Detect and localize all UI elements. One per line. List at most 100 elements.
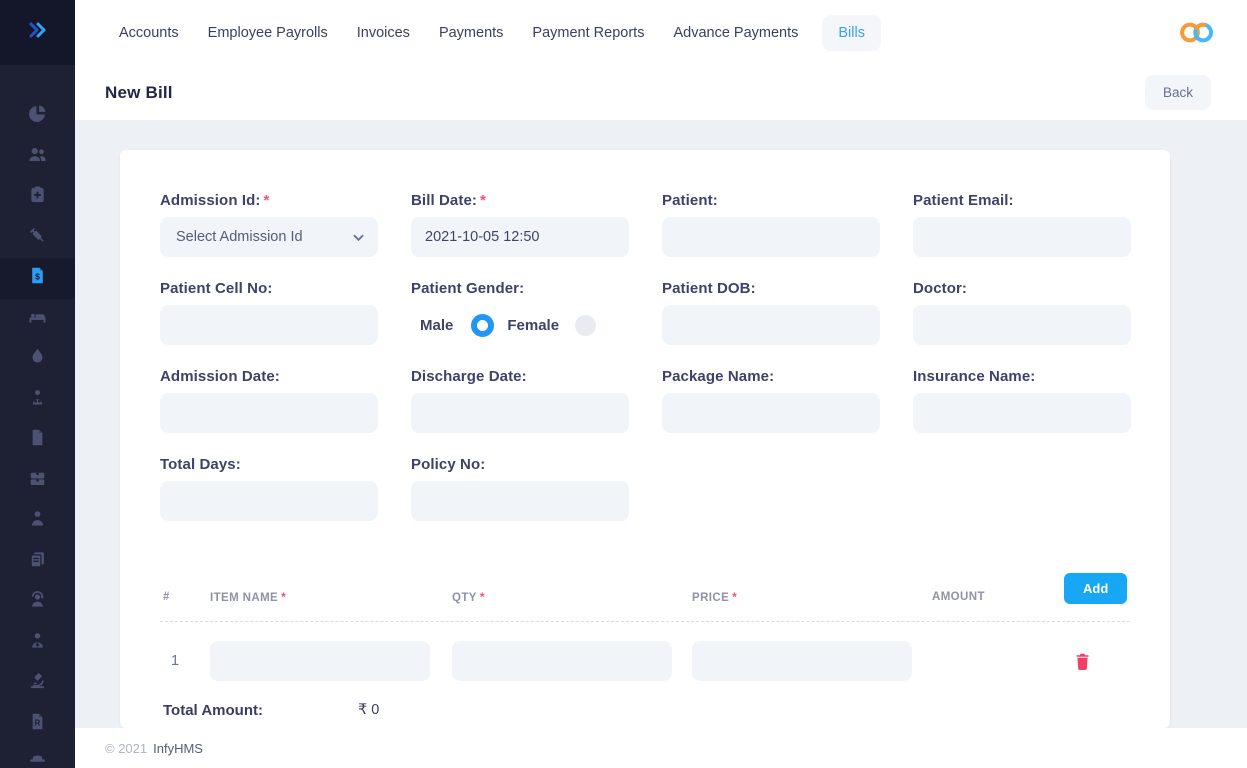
patient-dob-input[interactable]	[662, 305, 880, 345]
microscope-icon	[28, 671, 47, 695]
field-patient-email: Patient Email:	[913, 192, 1131, 257]
insurance-name-input[interactable]	[913, 393, 1131, 433]
sidebar-item-reports[interactable]	[0, 542, 75, 583]
total-days-label: Total Days:	[160, 456, 378, 473]
doctor-input[interactable]	[913, 305, 1131, 345]
patient-input[interactable]	[662, 217, 880, 257]
svg-text:R: R	[35, 718, 41, 727]
trash-icon	[1075, 653, 1090, 670]
pie-chart-icon	[28, 104, 47, 128]
nav-item-payment-reports[interactable]: Payment Reports	[532, 15, 644, 51]
patient-cell-input[interactable]	[160, 305, 378, 345]
sidebar: $ R	[0, 0, 75, 768]
admission-id-selected-value: Select Admission Id	[176, 229, 303, 245]
patient-icon	[28, 388, 47, 412]
nav-item-employee-payrolls[interactable]: Employee Payrolls	[208, 15, 328, 51]
add-item-button[interactable]: Add	[1064, 573, 1127, 604]
package-name-label: Package Name:	[662, 368, 880, 385]
admission-date-input[interactable]	[160, 393, 378, 433]
discharge-date-input[interactable]	[411, 393, 629, 433]
gender-radio-group: Male Female	[411, 305, 629, 345]
person-icon	[28, 509, 47, 533]
sidebar-item-bed-management[interactable]	[0, 299, 75, 340]
new-bill-form-card: Admission Id:* Select Admission Id Bill …	[120, 150, 1170, 728]
medical-clipboard-icon	[28, 185, 47, 209]
gender-male-label: Male	[420, 317, 453, 334]
package-name-input[interactable]	[662, 393, 880, 433]
sidebar-item-vaccination[interactable]	[0, 218, 75, 259]
sidebar-item-doctors[interactable]	[0, 623, 75, 664]
sidebar-item-staff[interactable]	[0, 501, 75, 542]
sidebar-item-prescriptions[interactable]: R	[0, 704, 75, 745]
sidebar-toggle-button[interactable]	[0, 0, 75, 65]
bill-form: Admission Id:* Select Admission Id Bill …	[160, 192, 1130, 521]
item-price-input[interactable]	[692, 641, 912, 681]
users-icon	[28, 145, 47, 169]
admission-id-select[interactable]: Select Admission Id	[160, 217, 378, 257]
nav-item-payments[interactable]: Payments	[439, 15, 503, 51]
col-item-name: ITEM NAME*	[210, 590, 452, 604]
back-button[interactable]: Back	[1145, 75, 1211, 110]
chevron-down-icon	[353, 232, 364, 243]
bill-date-input[interactable]	[411, 217, 629, 257]
required-marker: *	[480, 590, 485, 604]
admission-id-label: Admission Id:*	[160, 192, 378, 209]
item-qty-input[interactable]	[452, 641, 672, 681]
field-doctor: Doctor:	[913, 280, 1131, 345]
inventory-boxes-icon	[28, 469, 47, 493]
bill-items-table: # ITEM NAME* QTY* PRICE* AMOUNT Add 1	[160, 581, 1130, 719]
item-name-input[interactable]	[210, 641, 430, 681]
sidebar-item-patient-cases[interactable]	[0, 380, 75, 421]
patient-gender-label: Patient Gender:	[411, 280, 629, 297]
total-amount-row: Total Amount: ₹ 0	[160, 702, 1130, 719]
bed-icon	[28, 307, 47, 331]
patient-email-input[interactable]	[913, 217, 1131, 257]
nav-item-accounts[interactable]: Accounts	[119, 15, 179, 51]
bed-partial-icon	[28, 752, 47, 768]
field-patient-gender: Patient Gender: Male Female	[411, 280, 629, 345]
doctor-label: Doctor:	[913, 280, 1131, 297]
delete-row-button[interactable]	[1075, 653, 1090, 670]
nav-item-invoices[interactable]: Invoices	[357, 15, 410, 51]
total-amount-label: Total Amount:	[160, 702, 358, 719]
items-table-header: # ITEM NAME* QTY* PRICE* AMOUNT Add	[160, 581, 1130, 622]
sidebar-item-documents[interactable]	[0, 420, 75, 461]
required-marker: *	[480, 192, 486, 209]
sidebar-item-opd[interactable]	[0, 177, 75, 218]
infyhms-logo-icon	[1176, 18, 1218, 47]
sidebar-item-blood-bank[interactable]	[0, 339, 75, 380]
nav-item-advance-payments[interactable]: Advance Payments	[673, 15, 798, 51]
total-amount-value: ₹ 0	[358, 702, 379, 718]
sidebar-item-hostel[interactable]	[0, 744, 75, 768]
sidebar-item-inventory[interactable]	[0, 461, 75, 502]
sidebar-item-pathology[interactable]	[0, 663, 75, 704]
discharge-date-label: Discharge Date:	[411, 368, 629, 385]
patient-dob-label: Patient DOB:	[662, 280, 880, 297]
nav-item-bills[interactable]: Bills	[822, 15, 881, 51]
field-admission-date: Admission Date:	[160, 368, 378, 433]
doctor-icon	[28, 631, 47, 655]
patient-cell-label: Patient Cell No:	[160, 280, 378, 297]
sidebar-item-patients[interactable]	[0, 137, 75, 178]
top-navbar: Accounts Employee Payrolls Invoices Paym…	[75, 0, 1247, 65]
bill-date-label: Bill Date:*	[411, 192, 629, 209]
policy-no-input[interactable]	[411, 481, 629, 521]
gender-male-radio[interactable]	[471, 314, 494, 337]
col-amount: AMOUNT	[932, 591, 1064, 603]
gender-female-radio[interactable]	[575, 315, 596, 336]
svg-text:$: $	[35, 272, 40, 282]
sidebar-item-receptionist[interactable]	[0, 582, 75, 623]
col-qty: QTY*	[452, 590, 692, 604]
sidebar-item-dashboard[interactable]	[0, 96, 75, 137]
total-days-input[interactable]	[160, 481, 378, 521]
footer: © 2021 InfyHMS	[75, 728, 1247, 768]
double-chevron-right-icon	[26, 20, 50, 45]
page-header: New Bill Back	[75, 65, 1247, 120]
field-bill-date: Bill Date:*	[411, 192, 629, 257]
footer-copyright: © 2021	[105, 741, 147, 756]
footer-brand: InfyHMS	[153, 741, 203, 756]
sidebar-item-billing[interactable]: $	[0, 258, 75, 299]
patient-email-label: Patient Email:	[913, 192, 1131, 209]
required-marker: *	[281, 590, 286, 604]
page-title: New Bill	[105, 83, 173, 103]
